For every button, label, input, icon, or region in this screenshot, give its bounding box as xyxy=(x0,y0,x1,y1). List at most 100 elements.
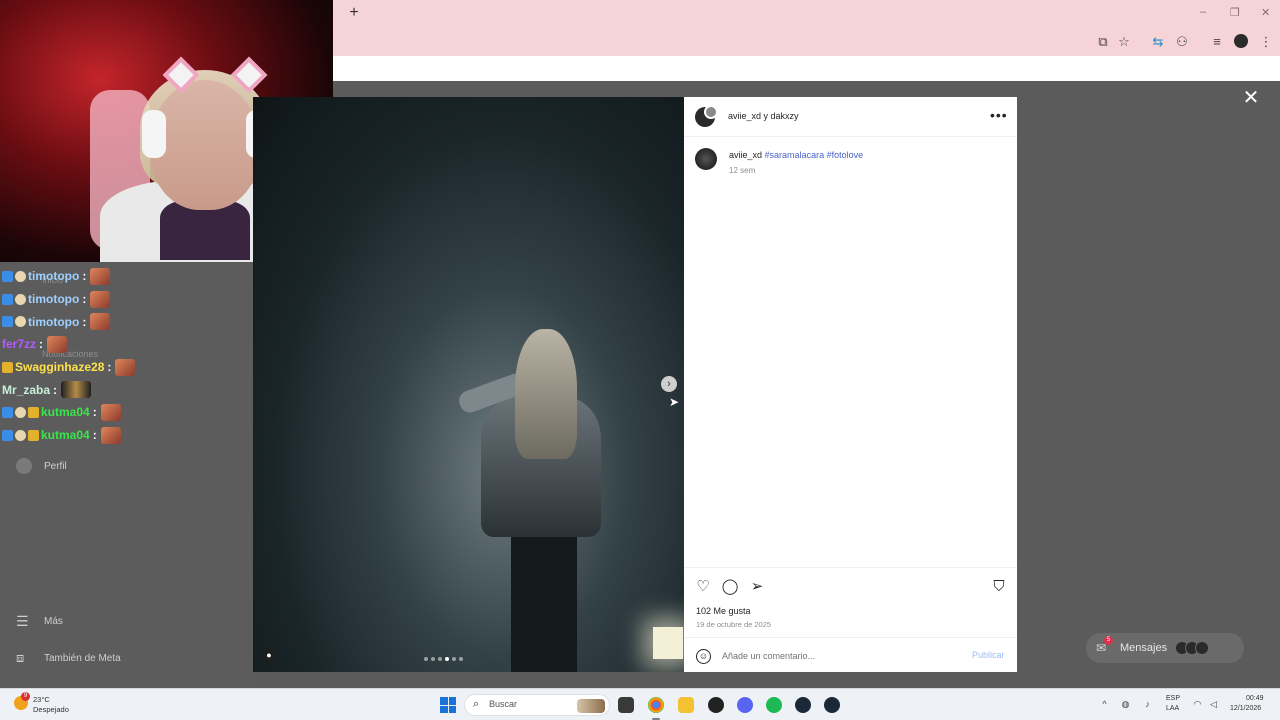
headphone-left xyxy=(142,110,166,158)
sidebar-item-more[interactable]: ☰ Más xyxy=(16,613,63,630)
extension-translate-icon[interactable]: ⇆ xyxy=(1150,34,1166,50)
spotify-icon[interactable] xyxy=(766,697,782,713)
profile-avatar[interactable] xyxy=(1234,34,1248,48)
wifi-icon[interactable]: ◠ xyxy=(1192,699,1203,710)
caption-timestamp: 12 sem xyxy=(729,166,756,175)
browser-menu-icon[interactable]: ⋮ xyxy=(1258,34,1274,50)
maximize-button[interactable]: ❐ xyxy=(1230,6,1240,19)
clock-time[interactable]: 00:49 xyxy=(1246,695,1264,702)
chat-badge-blue-icon xyxy=(2,270,13,282)
chat-username: Mr_zaba xyxy=(2,382,51,397)
search-highlight-image xyxy=(577,699,605,713)
close-window-button[interactable]: ✕ xyxy=(1261,6,1270,19)
close-modal-button[interactable]: ✕ xyxy=(1242,88,1260,108)
like-count[interactable]: 102 Me gusta xyxy=(696,606,751,616)
bookmark-star-icon[interactable]: ☆ xyxy=(1116,34,1132,50)
emoji-icon[interactable]: ☺ xyxy=(696,649,711,664)
volume-icon[interactable]: ◁ xyxy=(1208,699,1219,710)
chat-message: Mr_zaba: xyxy=(2,378,252,401)
chat-separator: : xyxy=(82,292,87,307)
like-icon[interactable]: ♡ xyxy=(694,578,712,596)
post-authors[interactable]: aviie_xd y dakxzy xyxy=(728,111,799,121)
tray-chevron-icon[interactable]: ^ xyxy=(1099,699,1110,710)
meta-icon: ⧈ xyxy=(16,650,25,665)
carousel-dot[interactable] xyxy=(424,657,428,661)
clock-date[interactable]: 12/1/2026 xyxy=(1230,705,1261,712)
taskbar-search-input[interactable] xyxy=(489,699,569,709)
microphone-icon[interactable]: ♪ xyxy=(1142,699,1153,710)
chat-separator: : xyxy=(39,337,44,352)
chat-username: kutma04 xyxy=(41,428,90,443)
language-code[interactable]: ESP xyxy=(1166,695,1180,702)
streamer-face xyxy=(150,80,260,210)
chat-badge-round-icon xyxy=(15,429,26,441)
sidebar-item-label: Perfil xyxy=(44,460,67,472)
carousel-dot[interactable] xyxy=(438,657,442,661)
windows-start-icon[interactable] xyxy=(440,697,456,713)
stage-light xyxy=(653,627,683,659)
chat-message: timotopo: xyxy=(2,265,252,288)
carousel-dot[interactable] xyxy=(445,657,449,661)
chrome-icon[interactable] xyxy=(648,697,664,713)
app-icon[interactable] xyxy=(708,697,724,713)
weather-description[interactable]: Despejado xyxy=(33,705,69,714)
carousel-dot[interactable] xyxy=(452,657,456,661)
extensions-puzzle-icon[interactable]: ⚇ xyxy=(1174,34,1190,50)
post-caption: aviie_xd #saramalacara #fotolove xyxy=(729,150,863,160)
install-app-icon[interactable]: ⧉ xyxy=(1095,34,1111,50)
chat-badge-gold-icon xyxy=(28,429,39,441)
messages-unread-badge: 5 xyxy=(1104,636,1113,645)
messages-button[interactable]: ✉ 5 Mensajes xyxy=(1086,633,1244,663)
chat-message: Swagginhaze28: xyxy=(2,356,252,379)
avatar xyxy=(1195,641,1210,655)
comment-icon[interactable]: ◯ xyxy=(721,578,739,596)
sidebar-item-profile[interactable]: Perfil xyxy=(16,458,67,474)
chat-message: kutma04: xyxy=(2,424,252,447)
steam-icon[interactable] xyxy=(795,697,811,713)
chat-separator: : xyxy=(107,360,112,375)
chat-emote-icon xyxy=(90,267,111,285)
carousel-dots xyxy=(424,657,463,661)
chat-emote-icon xyxy=(100,403,121,421)
sidebar-item-label: También de Meta xyxy=(44,652,121,664)
chat-badge-blue-icon xyxy=(2,316,13,328)
tagged-users-icon[interactable]: ● xyxy=(262,648,276,662)
carousel-next-button[interactable]: › xyxy=(661,376,677,392)
steam-secondary-icon[interactable] xyxy=(824,697,840,713)
caption-hashtags[interactable]: #saramalacara #fotolove xyxy=(765,150,864,160)
save-bookmark-icon[interactable]: ⛉ xyxy=(990,578,1008,596)
chat-emote-icon xyxy=(100,426,121,444)
new-tab-button[interactable]: + xyxy=(346,5,362,21)
post-photo[interactable]: ● xyxy=(253,97,684,672)
taskbar-search[interactable]: ⌕ xyxy=(464,694,610,716)
network-icon[interactable]: ◍ xyxy=(1120,699,1131,710)
caption-username[interactable]: aviie_xd xyxy=(729,150,762,160)
caption-avatar[interactable] xyxy=(695,148,717,170)
chat-badge-round-icon xyxy=(15,406,26,418)
carousel-dot[interactable] xyxy=(459,657,463,661)
file-explorer-icon[interactable] xyxy=(678,697,694,713)
carousel-dot[interactable] xyxy=(431,657,435,661)
address-bar[interactable] xyxy=(334,30,1280,54)
comment-bar: ☺ Publicar xyxy=(684,637,1017,673)
share-icon[interactable]: ➢ xyxy=(748,578,766,596)
chat-username: timotopo xyxy=(28,292,80,307)
discord-icon[interactable] xyxy=(737,697,753,713)
more-options-icon[interactable]: ••• xyxy=(990,107,1008,123)
publish-button[interactable]: Publicar xyxy=(972,650,1005,660)
task-view-icon[interactable] xyxy=(618,697,634,713)
minimize-button[interactable]: – xyxy=(1200,6,1206,18)
sidebar-item-label: Más xyxy=(44,616,63,627)
chat-message: fer7zz: xyxy=(2,333,252,356)
coauthor-avatar[interactable] xyxy=(704,105,718,119)
weather-temperature[interactable]: 23°C xyxy=(33,695,50,704)
chat-username: timotopo xyxy=(28,314,80,329)
chat-badge-gold-icon xyxy=(2,361,13,373)
messenger-icon: ✉ 5 xyxy=(1096,636,1113,655)
chat-username: Swagginhaze28 xyxy=(15,360,105,375)
media-control-icon[interactable]: ≡ xyxy=(1209,34,1225,50)
keyboard-layout[interactable]: LAA xyxy=(1166,705,1179,712)
chat-separator: : xyxy=(82,314,87,329)
comment-input[interactable] xyxy=(722,648,962,664)
sidebar-item-also-from-meta[interactable]: ⧈ También de Meta xyxy=(16,650,121,666)
